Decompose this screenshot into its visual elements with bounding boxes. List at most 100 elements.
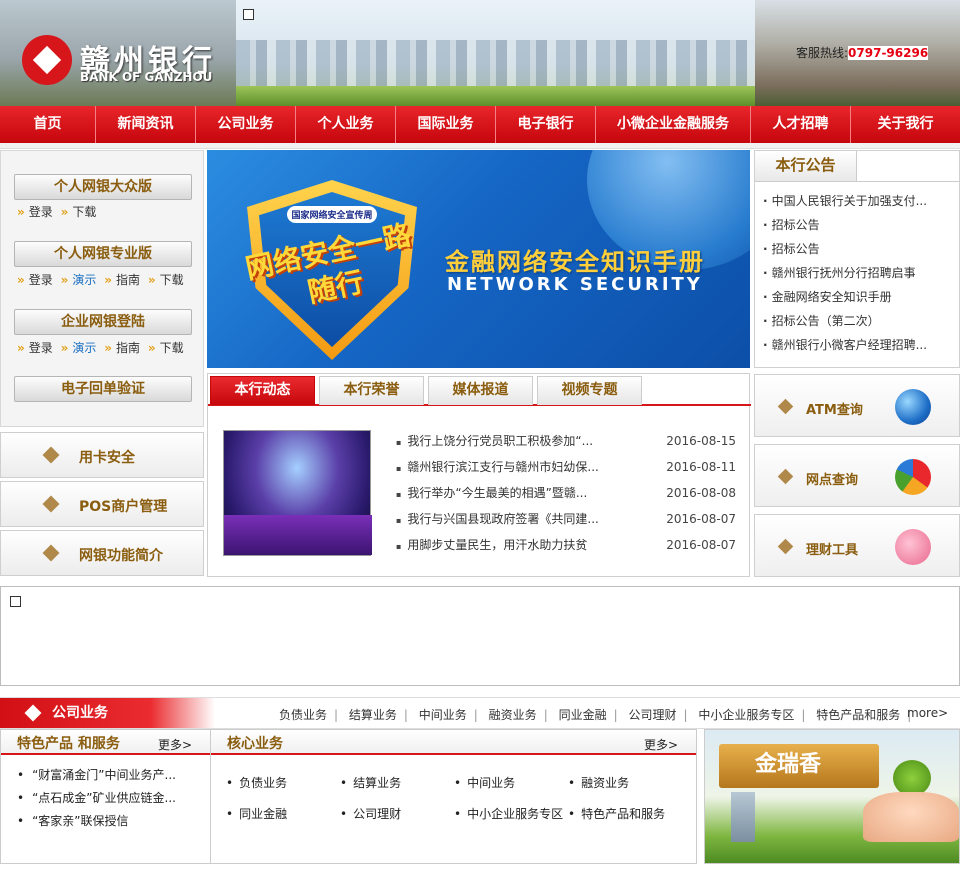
core-item[interactable]: 中小企业服务专区	[454, 805, 568, 822]
tool-label: 网点查询	[806, 473, 859, 488]
announcement-item[interactable]: 招标公告	[763, 217, 927, 241]
arrow-icon: »	[17, 341, 25, 355]
news-item[interactable]: 我行上饶分行党员职工积极参加“... 2016-08-15	[396, 432, 736, 458]
nav-item-ebanking[interactable]: 电子银行	[496, 106, 596, 143]
announcement-item[interactable]: 招标公告（第二次）	[763, 313, 927, 337]
finance-tools-link[interactable]: 理财工具	[754, 514, 960, 577]
core-item[interactable]: 中间业务	[454, 774, 568, 791]
login-link[interactable]: 登录	[29, 273, 53, 287]
core-item[interactable]: 负债业务	[226, 774, 340, 791]
core-item[interactable]: 同业金融	[226, 805, 340, 822]
banner-subtitle: NETWORK SECURITY	[447, 274, 703, 295]
nav-item-sme[interactable]: 小微企业金融服务	[596, 106, 751, 143]
announcements-title[interactable]: 本行公告	[755, 151, 857, 181]
core-item[interactable]: 特色产品和服务	[568, 805, 682, 822]
corp-link[interactable]: 公司理财	[628, 708, 676, 722]
news-title[interactable]: 我行上饶分行党员职工积极参加“...	[407, 434, 593, 448]
news-title[interactable]: 用脚步丈量民生，用汗水助力扶贫	[407, 538, 587, 552]
bank-logo-icon[interactable]	[22, 35, 72, 85]
news-item[interactable]: 我行举办“今生最美的相遇”暨赣... 2016-08-08	[396, 484, 736, 510]
news-title[interactable]: 我行举办“今生最美的相遇”暨赣...	[407, 486, 587, 500]
tool-label: ATM查询	[806, 403, 863, 418]
ebank-features-link[interactable]: 网银功能简介	[0, 530, 204, 576]
nav-item-about[interactable]: 关于我行	[851, 106, 960, 143]
wealth-promo-banner[interactable]: 金瑞香	[704, 729, 960, 864]
nav-item-careers[interactable]: 人才招聘	[751, 106, 851, 143]
nav-item-corporate[interactable]: 公司业务	[196, 106, 296, 143]
announcements-panel: 本行公告 中国人民银行关于加强支付... 招标公告 招标公告 赣州银行抚州分行招…	[754, 150, 960, 368]
demo-link[interactable]: 演示	[72, 273, 96, 287]
personal-public-ebank-button[interactable]: 个人网银大众版	[14, 174, 192, 200]
news-item[interactable]: 赣州银行滨江支行与赣州市妇幼保... 2016-08-11	[396, 458, 736, 484]
core-item[interactable]: 结算业务	[340, 774, 454, 791]
diamond-icon	[777, 538, 794, 555]
featured-more-link[interactable]: 更多>	[158, 736, 192, 753]
corp-link[interactable]: 负债业务	[279, 708, 327, 722]
announcement-item[interactable]: 赣州银行小微客户经理招聘...	[763, 337, 927, 361]
corporate-business-title[interactable]: 公司业务	[0, 698, 215, 728]
download-link[interactable]: 下载	[160, 341, 184, 355]
tab-honors[interactable]: 本行荣誉	[319, 376, 424, 405]
card-security-link[interactable]: 用卡安全	[0, 432, 204, 478]
download-link[interactable]: 下载	[160, 273, 184, 287]
news-item[interactable]: 用脚步丈量民生，用汗水助力扶贫 2016-08-07	[396, 536, 736, 562]
corp-link[interactable]: 融资业务	[489, 708, 537, 722]
separator: |	[543, 708, 548, 722]
receipt-verification-button[interactable]: 电子回单验证	[14, 376, 192, 402]
nav-item-international[interactable]: 国际业务	[396, 106, 496, 143]
announcement-item[interactable]: 赣州银行抚州分行招聘启事	[763, 265, 927, 289]
announcement-item[interactable]: 中国人民银行关于加强支付...	[763, 193, 927, 217]
main-nav: 首页 新闻资讯 公司业务 个人业务 国际业务 电子银行 小微企业金融服务 人才招…	[0, 106, 960, 143]
news-item[interactable]: 我行与兴国县现政府签署《共同建... 2016-08-07	[396, 510, 736, 536]
promo-brand: 金瑞香	[719, 744, 879, 788]
tool-label: 网银功能简介	[79, 548, 163, 564]
announcement-item[interactable]: 金融网络安全知识手册	[763, 289, 927, 313]
arrow-icon: »	[60, 273, 69, 287]
core-title: 核心业务	[227, 736, 283, 752]
news-photo[interactable]	[223, 430, 372, 556]
featured-item[interactable]: “客家亲”联保授信	[17, 812, 176, 835]
announcement-item[interactable]: 招标公告	[763, 241, 927, 265]
hotline-label: 客服热线:	[796, 46, 849, 60]
guide-link[interactable]: 指南	[116, 273, 140, 287]
network-security-banner[interactable]: 国家网络安全宣传周 网络安全一路随行 金融网络安全知识手册 NETWORK SE…	[207, 150, 750, 368]
news-title[interactable]: 我行与兴国县现政府签署《共同建...	[407, 512, 598, 526]
corp-link[interactable]: 中间业务	[419, 708, 467, 722]
bank-logo-english[interactable]: BANK OF GANZHOU	[80, 70, 212, 84]
arrow-icon: »	[17, 205, 25, 219]
featured-item[interactable]: “点石成金”矿业供应链金...	[17, 789, 176, 812]
corp-link[interactable]: 结算业务	[349, 708, 397, 722]
pos-merchant-link[interactable]: POS商户管理	[0, 481, 204, 527]
personal-pro-ebank-button[interactable]: 个人网银专业版	[14, 241, 192, 267]
tool-label: 理财工具	[806, 543, 859, 558]
tab-bank-news[interactable]: 本行动态	[210, 376, 315, 405]
atm-lookup-link[interactable]: ATM查询	[754, 374, 960, 437]
login-link[interactable]: 登录	[29, 205, 53, 219]
news-list: 我行上饶分行党员职工积极参加“... 2016-08-15 赣州银行滨江支行与赣州…	[396, 432, 736, 562]
corporate-ebank-login-button[interactable]: 企业网银登陆	[14, 309, 192, 335]
corporate-title-text: 公司业务	[52, 705, 108, 721]
guide-link[interactable]: 指南	[116, 341, 140, 355]
nav-item-news[interactable]: 新闻资讯	[96, 106, 196, 143]
corporate-more-link[interactable]: more>	[907, 706, 948, 720]
nav-item-home[interactable]: 首页	[0, 106, 96, 143]
corp-link[interactable]: 中小企业服务专区	[698, 708, 794, 722]
featured-item[interactable]: “财富涌金门”中间业务产...	[17, 766, 176, 789]
branch-lookup-link[interactable]: 网点查询	[754, 444, 960, 507]
core-item[interactable]: 公司理财	[340, 805, 454, 822]
arrow-icon: »	[17, 273, 25, 287]
tab-video[interactable]: 视频专题	[537, 376, 642, 405]
demo-link[interactable]: 演示	[72, 341, 96, 355]
plugin-placeholder-icon	[243, 9, 254, 20]
corp-link[interactable]: 同业金融	[559, 708, 607, 722]
news-date: 2016-08-11	[666, 460, 736, 474]
news-title[interactable]: 赣州银行滨江支行与赣州市妇幼保...	[407, 460, 598, 474]
corp-link[interactable]: 特色产品和服务	[816, 708, 900, 722]
nav-item-personal[interactable]: 个人业务	[296, 106, 396, 143]
core-more-link[interactable]: 更多>	[644, 736, 678, 753]
core-item[interactable]: 融资业务	[568, 774, 682, 791]
download-link[interactable]: 下载	[72, 205, 96, 219]
personal-pro-links: » 登录 » 演示 » 指南 » 下载	[17, 271, 188, 288]
login-link[interactable]: 登录	[29, 341, 53, 355]
tab-media[interactable]: 媒体报道	[428, 376, 533, 405]
